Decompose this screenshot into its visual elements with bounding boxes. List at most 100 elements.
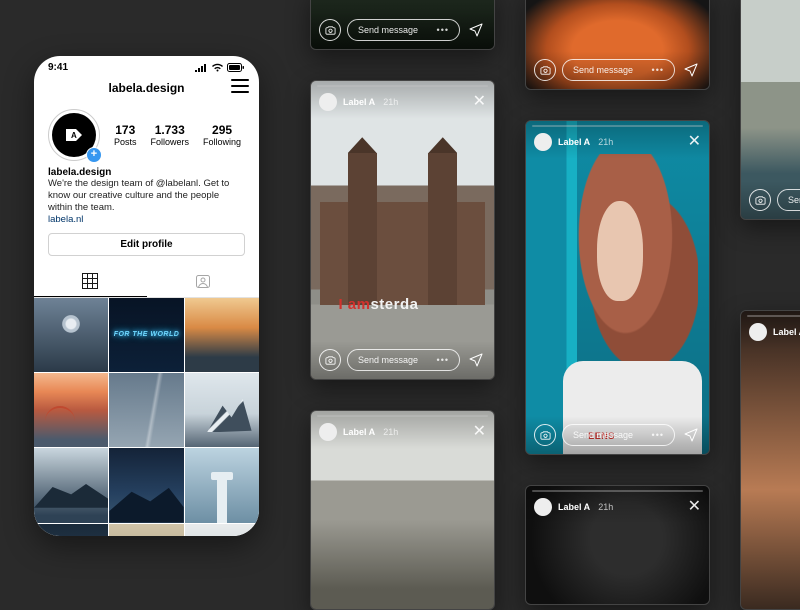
story-author[interactable]: Label A: [558, 137, 590, 147]
story-avatar[interactable]: [749, 323, 767, 341]
stat-following-label: Following: [203, 137, 241, 147]
more-icon[interactable]: •••: [437, 25, 449, 35]
profile-navbar: labela.design: [34, 75, 259, 101]
story-avatar[interactable]: [534, 133, 552, 151]
grid-cell[interactable]: [109, 524, 183, 536]
grid-icon: [82, 273, 98, 289]
more-icon[interactable]: •••: [652, 65, 664, 75]
grid-cell[interactable]: [34, 373, 108, 447]
profile-avatar[interactable]: A +: [48, 109, 100, 161]
stat-followers[interactable]: 1.733 Followers: [151, 123, 190, 147]
send-message-input[interactable]: Send message •••: [347, 19, 460, 41]
paper-plane-icon: [469, 23, 483, 37]
send-message-placeholder: Send message: [788, 195, 800, 205]
camera-button[interactable]: [319, 349, 341, 371]
send-message-input[interactable]: Send message: [777, 189, 800, 211]
story-avatar[interactable]: [319, 423, 337, 441]
story-author[interactable]: Label A: [343, 427, 375, 437]
grid-cell[interactable]: [109, 448, 183, 522]
stat-posts[interactable]: 173 Posts: [114, 123, 137, 147]
close-button[interactable]: ✕: [473, 94, 486, 110]
story-card[interactable]: EENS Label A 21h ✕ Send message•••: [525, 120, 710, 455]
send-message-placeholder: Send message: [573, 430, 633, 440]
story-avatar[interactable]: [319, 93, 337, 111]
story-time: 21h: [598, 502, 613, 512]
story-card[interactable]: Send message •••: [525, 0, 710, 90]
status-time: 9:41: [48, 62, 68, 73]
story-footer: Send message: [741, 181, 800, 219]
close-button[interactable]: ✕: [688, 499, 701, 515]
story-author[interactable]: Label A: [773, 327, 800, 337]
status-right: [195, 63, 245, 72]
avatar-logo-icon: A: [62, 123, 86, 147]
grid-cell[interactable]: [34, 524, 108, 536]
grid-cell[interactable]: [185, 373, 259, 447]
grid-cell[interactable]: FOR THE WORLD: [109, 298, 183, 372]
svg-text:A: A: [71, 131, 77, 140]
camera-icon: [325, 355, 336, 366]
camera-icon: [540, 65, 551, 76]
profile-link[interactable]: labela.nl: [48, 214, 245, 225]
story-card[interactable]: I amsterda Label A 21h ✕ Send message •••: [310, 80, 495, 380]
stat-posts-label: Posts: [114, 137, 137, 147]
menu-button[interactable]: [231, 79, 249, 93]
grid-cell[interactable]: [185, 524, 259, 536]
grid-cell[interactable]: [34, 298, 108, 372]
story-card[interactable]: Label A 21h ✕: [740, 310, 800, 610]
send-message-input[interactable]: Send message •••: [562, 424, 675, 446]
iamsterdam-sign: I amsterda: [338, 296, 418, 313]
tab-tagged[interactable]: [147, 266, 260, 297]
send-message-input[interactable]: Send message •••: [347, 349, 460, 371]
close-button[interactable]: ✕: [473, 424, 486, 440]
camera-button[interactable]: [749, 189, 771, 211]
send-message-input[interactable]: Send message •••: [562, 59, 675, 81]
story-footer: Send message •••: [311, 341, 494, 379]
paper-plane-icon: [684, 428, 698, 442]
edit-profile-button[interactable]: Edit profile: [48, 233, 245, 256]
story-footer: Send message •••: [526, 51, 709, 89]
grid-cell[interactable]: [185, 298, 259, 372]
grid-neon-text: FOR THE WORLD: [114, 331, 180, 339]
more-icon[interactable]: •••: [437, 355, 449, 365]
camera-button[interactable]: [534, 59, 556, 81]
paper-plane-icon: [684, 63, 698, 77]
send-message-placeholder: Send message: [358, 355, 418, 365]
story-footer: Send message •••: [526, 416, 709, 454]
story-header: Label A 21h ✕: [741, 311, 800, 349]
share-button[interactable]: [466, 23, 486, 37]
send-message-placeholder: Send message: [573, 65, 633, 75]
grid-cell[interactable]: [109, 373, 183, 447]
story-avatar[interactable]: [534, 498, 552, 516]
profile-header: A + 173 Posts 1.733 Followers 295 Follow…: [34, 101, 259, 165]
camera-icon: [540, 430, 551, 441]
story-card[interactable]: Send message: [740, 0, 800, 220]
send-message-placeholder: Send message: [358, 25, 418, 35]
share-button[interactable]: [681, 428, 701, 442]
profile-bio: labela.design We're the design team of @…: [34, 165, 259, 233]
share-button[interactable]: [681, 63, 701, 77]
camera-button[interactable]: [534, 424, 556, 446]
profile-bio-text: We're the design team of @labelanl. Get …: [48, 178, 245, 214]
story-time: 21h: [383, 97, 398, 107]
wifi-icon: [211, 63, 224, 72]
stat-following-value: 295: [203, 123, 241, 137]
story-author[interactable]: Label A: [558, 502, 590, 512]
add-story-badge[interactable]: +: [86, 147, 102, 163]
story-card[interactable]: Label A 21h ✕: [310, 410, 495, 610]
story-header: Label A 21h ✕: [311, 411, 494, 449]
story-header: Label A 21h ✕: [526, 121, 709, 159]
profile-tabs: [34, 266, 259, 298]
camera-icon: [755, 195, 766, 206]
story-author[interactable]: Label A: [343, 97, 375, 107]
camera-button[interactable]: [319, 19, 341, 41]
share-button[interactable]: [466, 353, 486, 367]
status-bar: 9:41: [34, 56, 259, 75]
more-icon[interactable]: •••: [652, 430, 664, 440]
story-card[interactable]: Send message •••: [310, 0, 495, 50]
story-card[interactable]: Label A 21h ✕: [525, 485, 710, 605]
grid-cell[interactable]: [34, 448, 108, 522]
stat-following[interactable]: 295 Following: [203, 123, 241, 147]
grid-cell[interactable]: [185, 448, 259, 522]
close-button[interactable]: ✕: [688, 134, 701, 150]
tab-grid[interactable]: [34, 266, 147, 297]
